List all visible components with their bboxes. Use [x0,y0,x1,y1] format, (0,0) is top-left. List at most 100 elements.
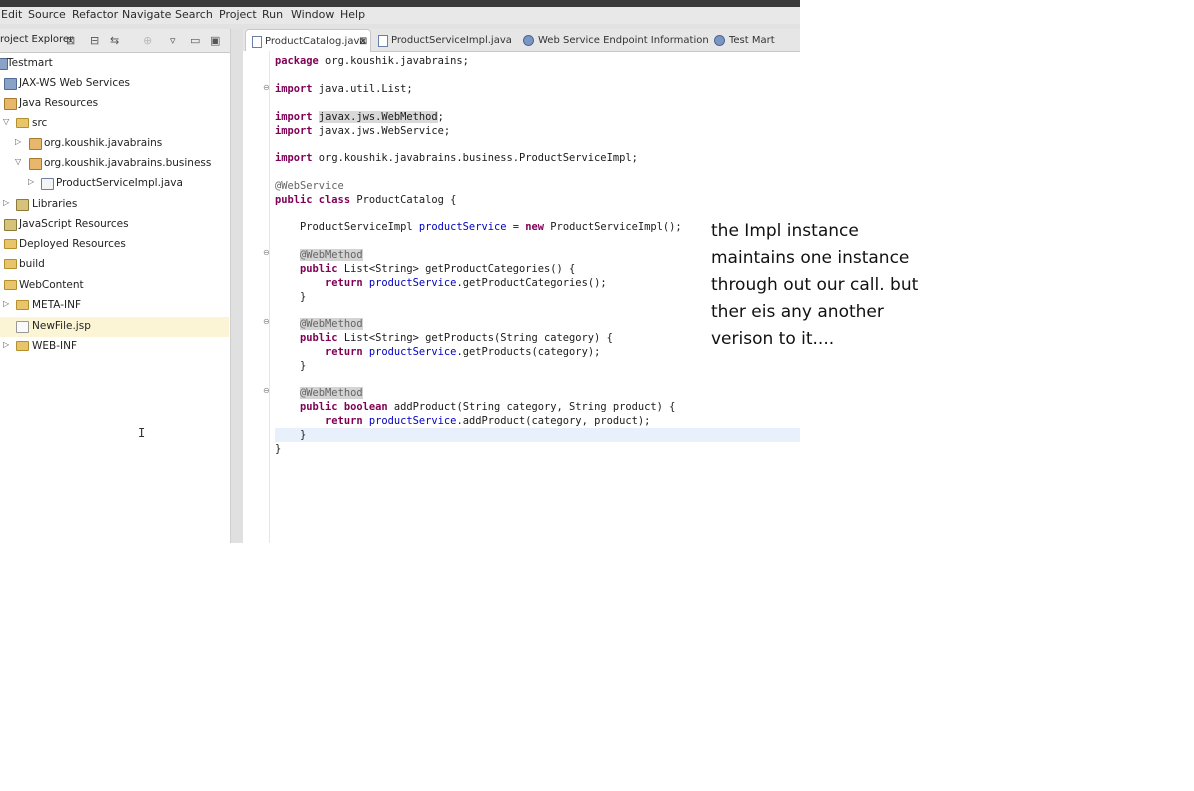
menu-refactor[interactable]: Refactor [72,8,118,21]
java-file-icon [41,178,54,190]
note-line: maintains one instance [711,248,910,268]
tab-test-mart[interactable]: Test Mart [712,29,792,51]
ide-window: Edit Source Refactor Navigate Search Pro… [0,0,800,543]
code-line: ProductServiceImpl productService = new … [275,221,682,233]
tree-item-webcontent[interactable]: WebContent [0,276,229,296]
fold-icon[interactable]: ⊖ [263,317,270,326]
java-file-icon [378,35,388,47]
globe-icon [714,35,725,46]
tree-item-meta-inf[interactable]: ▷ META-INF [0,296,229,316]
minimize-icon[interactable]: ▭ [190,34,200,47]
menu-source[interactable]: Source [28,8,66,21]
annotation-note: the Impl instance maintains one instance… [711,218,971,353]
menu-edit[interactable]: Edit [1,8,22,21]
tree-item-deployed-resources[interactable]: Deployed Resources [0,235,229,255]
note-line: through out our call. but [711,275,919,295]
editor-gutter: ⊖ ⊖ ⊖ ⊖ [243,51,270,543]
code-line: } [300,291,307,303]
collapse-all-icon[interactable]: ⊟ [90,34,99,47]
folder-icon [4,259,17,269]
source-folder-icon [16,118,29,128]
chevron-right-icon[interactable]: ▷ [28,177,34,186]
code-line: public boolean addProduct(String categor… [300,401,676,413]
tree-item-web-inf[interactable]: ▷ WEB-INF [0,337,229,357]
explorer-title[interactable]: roject Explorer [0,34,73,45]
tab-web-service-endpoint[interactable]: Web Service Endpoint Information [521,29,709,51]
tree-item-jaxws[interactable]: JAX-WS Web Services [0,74,229,94]
chevron-down-icon[interactable]: ▽ [3,117,9,126]
java-file-icon [252,36,262,48]
code-line: public class ProductCatalog { [275,194,457,206]
file-icon [16,321,29,333]
tab-productserviceimpl[interactable]: ProductServiceImpl.java [375,29,512,51]
code-line: return productService.addProduct(categor… [325,415,651,427]
code-line: @WebMethod [300,318,363,330]
title-bar [0,0,800,7]
code-line: } [275,443,282,455]
menu-help[interactable]: Help [340,8,365,21]
tree-item-newfile-jsp[interactable]: NewFile.jsp [0,317,229,337]
package-icon [29,158,42,170]
note-line: the Impl instance [711,221,859,241]
chevron-right-icon[interactable]: ▷ [3,340,9,349]
note-line: ther eis any another [711,302,884,322]
fold-icon[interactable]: ⊖ [263,83,270,92]
globe-icon [523,35,534,46]
code-line: @WebService [275,180,344,192]
chevron-down-icon[interactable]: ▽ [15,157,21,166]
project-explorer: roject Explorer ⊠ ⊟ ⇆ ⊕ ▿ ▭ ▣ Testmart J… [0,29,231,543]
menu-project[interactable]: Project [219,8,257,21]
chevron-right-icon[interactable]: ▷ [3,299,9,308]
code-line: return productService.getProductCategori… [325,277,607,289]
java-resources-icon [4,98,17,110]
panel-sash[interactable] [231,29,243,543]
menu-navigate[interactable]: Navigate [122,8,171,21]
close-icon[interactable]: ⊠ [66,34,75,47]
folder-icon [16,341,29,351]
code-line: @WebMethod [300,249,363,261]
code-line: public List<String> getProducts(String c… [300,332,613,344]
fold-icon[interactable]: ⊖ [263,248,270,257]
library-icon [4,219,17,231]
tree-item-java-resources[interactable]: Java Resources [0,94,229,114]
tree-item-javascript-resources[interactable]: JavaScript Resources [0,215,229,235]
tree-item-testmart[interactable]: Testmart [0,54,229,74]
note-line: verison to it.... [711,329,835,349]
link-with-editor-icon[interactable]: ⇆ [110,34,119,47]
tree-item-build[interactable]: build [0,255,229,275]
code-line: package org.koushik.javabrains; [275,55,469,67]
explorer-tab-bar: roject Explorer ⊠ ⊟ ⇆ ⊕ ▿ ▭ ▣ [0,29,230,53]
tree-item-src[interactable]: ▽ src [0,114,229,134]
package-icon [29,138,42,150]
library-icon [16,199,29,211]
menu-window[interactable]: Window [291,8,334,21]
code-line: return productService.getProducts(catego… [325,346,601,358]
chevron-right-icon[interactable]: ▷ [3,198,9,207]
tree-item-libraries[interactable]: ▷ Libraries [0,195,229,215]
close-icon[interactable]: ⊠ [359,36,367,47]
focus-icon[interactable]: ⊕ [143,34,152,47]
code-line: public List<String> getProductCategories… [300,263,576,275]
folder-icon [16,300,29,310]
code-line: import java.util.List; [275,83,413,95]
tree-item-package-business[interactable]: ▽ org.koushik.javabrains.business [0,154,229,174]
view-menu-icon[interactable]: ▿ [170,34,176,47]
tree-item-productserviceimpl[interactable]: ▷ ProductServiceImpl.java [0,174,229,194]
editor-tab-bar: ProductCatalog.java ⊠ ProductServiceImpl… [243,29,800,52]
text-cursor-icon: I [138,426,146,440]
tree-item-package-javabrains[interactable]: ▷ org.koushik.javabrains [0,134,229,154]
chevron-right-icon[interactable]: ▷ [15,137,21,146]
fold-icon[interactable]: ⊖ [263,386,270,395]
code-line: } [300,360,307,372]
code-line: import org.koushik.javabrains.business.P… [275,152,638,164]
folder-icon [4,239,17,249]
menu-search[interactable]: Search [175,8,213,21]
maximize-icon[interactable]: ▣ [210,34,220,47]
menu-run[interactable]: Run [262,8,283,21]
tab-productcatalog[interactable]: ProductCatalog.java ⊠ [245,29,371,52]
menu-bar: Edit Source Refactor Navigate Search Pro… [0,7,800,24]
code-line: import javax.jws.WebService; [275,125,451,137]
folder-icon [4,280,17,290]
code-line: import javax.jws.WebMethod; [275,111,444,123]
current-line: } [275,428,800,442]
